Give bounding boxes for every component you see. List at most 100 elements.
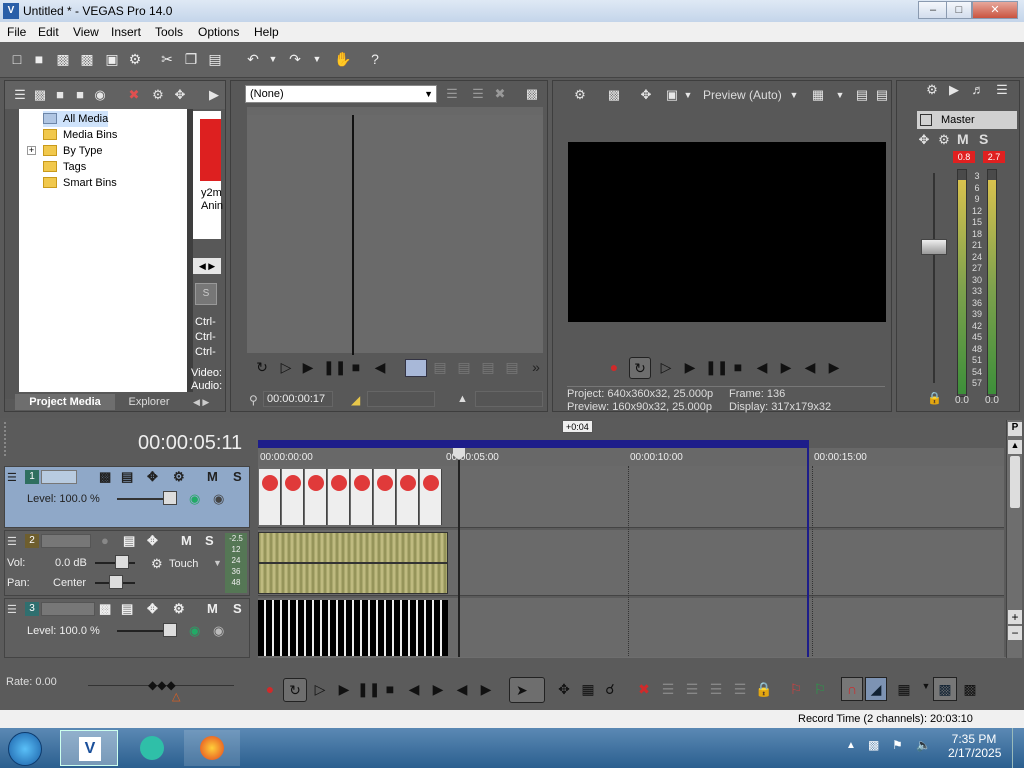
redo-icon[interactable]: ↷ [286, 50, 304, 68]
help-whats-this-icon[interactable]: ? [366, 50, 384, 68]
stop-icon[interactable]: ■ [347, 359, 365, 375]
trim-icon[interactable]: ☰ [659, 681, 677, 698]
preview-quality-select[interactable]: Preview (Auto) [703, 88, 782, 102]
start-button[interactable] [8, 732, 42, 766]
pan-slider[interactable] [109, 575, 123, 589]
flag-icon[interactable]: ⚑ [892, 738, 903, 752]
arm-record-icon[interactable]: ● [101, 533, 109, 548]
trimmer-cursor[interactable] [352, 115, 354, 355]
chevron-down-icon[interactable]: ▼ [213, 558, 222, 568]
trim-start-icon[interactable]: ☰ [683, 681, 701, 698]
paste-icon[interactable]: ▤ [206, 50, 224, 68]
split-screen-icon[interactable]: ✥ [637, 86, 655, 104]
track-name-field[interactable] [41, 534, 91, 548]
time-ruler[interactable]: 00:00:00:00 00:00:05:00 00:00:10:00 00:0… [258, 448, 1004, 466]
open-project-icon[interactable]: ■ [30, 50, 48, 68]
previous-frame-icon[interactable]: ◀ [801, 359, 819, 376]
timeline-vertical-scrollbar[interactable]: P ▲ + − [1006, 420, 1022, 658]
tab-project-media[interactable]: Project Media [15, 394, 115, 410]
mask-icon[interactable]: ◉ [213, 491, 224, 507]
composite-mode-icon[interactable]: ◉ [189, 623, 200, 639]
loop-icon[interactable]: ↻ [629, 357, 651, 379]
track-motion-icon[interactable]: ▩ [99, 601, 111, 617]
play-icon[interactable]: ▶ [335, 681, 353, 698]
video-preview-screen[interactable] [568, 142, 886, 322]
save-icon[interactable]: ▩ [54, 50, 72, 68]
tree-item-by-type[interactable]: By Type [43, 143, 103, 159]
mute-button[interactable]: M [207, 469, 218, 484]
overwrite-mode-icon[interactable] [405, 359, 427, 377]
solo-button[interactable]: S [979, 131, 988, 147]
more-icon[interactable]: » [527, 359, 545, 375]
trim-end-icon[interactable]: ☰ [707, 681, 725, 698]
downmix-icon[interactable]: ▶ [945, 81, 963, 99]
automation-mode[interactable]: Touch [169, 558, 198, 570]
ripple-edit-icon[interactable]: ▦ [895, 681, 913, 698]
play-icon[interactable]: ▶ [205, 86, 223, 104]
stop-icon[interactable]: ■ [729, 359, 747, 375]
save-snapshot-icon[interactable]: ▤ [873, 86, 891, 104]
properties-gear-icon[interactable]: ⚙ [126, 50, 144, 68]
new-project-icon[interactable]: □ [8, 50, 26, 68]
play-from-start-icon[interactable]: ▷ [277, 359, 295, 376]
hand-edit-tool-icon[interactable]: ✋ [334, 50, 352, 68]
track-drag-icon[interactable]: ☰ [7, 603, 17, 616]
mute-button[interactable]: M [957, 131, 969, 147]
save-as-icon[interactable]: ▩ [78, 50, 96, 68]
undo-icon[interactable]: ↶ [244, 50, 262, 68]
track-header-audio-2[interactable]: ☰ 2 ● ▤ ✥ M S Vol: 0.0 dB ⚙ Touch ▼ Pan:… [4, 530, 250, 596]
tab-explorer[interactable]: Explorer [117, 394, 181, 410]
video-clip-frame[interactable] [397, 469, 419, 525]
external-monitor-icon[interactable]: ▩ [605, 86, 623, 104]
thumb-scrollbar[interactable]: ◀ ▶ [193, 258, 221, 274]
track-lane-1[interactable] [258, 466, 1004, 528]
add-after-icon[interactable]: ▤ [455, 359, 473, 376]
track-drag-icon[interactable]: ☰ [7, 471, 17, 484]
track-name-field[interactable] [41, 602, 95, 616]
go-to-start-icon[interactable]: ◀ [405, 681, 423, 698]
import-media-icon[interactable]: ☰ [11, 86, 29, 104]
preview-fx-gear-icon[interactable]: ⚙ [571, 86, 589, 104]
auto-crossfade-icon[interactable]: ◢ [865, 677, 887, 701]
tray-up-arrow-icon[interactable]: ▲ [846, 740, 856, 751]
video-clip-frame[interactable] [374, 469, 396, 525]
trimmer-window-icon[interactable]: ▩ [523, 85, 541, 103]
selection-tool-icon[interactable]: ▦ [579, 681, 597, 698]
redo-dropdown-icon[interactable]: ▼ [308, 50, 326, 68]
menu-options[interactable]: Options [198, 25, 239, 39]
invert-phase-icon[interactable]: ▤ [123, 533, 135, 549]
timeline-grip[interactable] [4, 422, 8, 456]
zoom-edit-tool-icon[interactable]: ☌ [601, 681, 619, 698]
stop-icon[interactable]: ■ [381, 681, 399, 697]
mute-button[interactable]: M [181, 533, 192, 548]
menu-help[interactable]: Help [254, 25, 279, 39]
clock[interactable]: 7:35 PM 2/17/2025 [948, 732, 1001, 760]
next-frame-icon[interactable]: ▶ [825, 359, 843, 376]
master-fader[interactable] [921, 239, 947, 255]
track-name-field[interactable] [41, 470, 77, 484]
panel-grip[interactable] [5, 109, 19, 399]
render-icon[interactable]: ▣ [103, 50, 121, 68]
video-clip-events[interactable] [258, 466, 448, 528]
record-icon[interactable]: ● [605, 359, 623, 375]
undo-dropdown-icon[interactable]: ▼ [264, 50, 282, 68]
go-to-end-icon[interactable]: ▶ [777, 359, 795, 376]
mute-track-icon[interactable]: ✥ [147, 533, 158, 549]
web-icon[interactable]: ◉ [91, 86, 109, 104]
track-header-video-1[interactable]: ☰ 1 ▩ ▤ ✥ ⚙ M S Level: 100.0 % ◉ ◉ [4, 466, 250, 528]
overlays-grid-icon[interactable]: ▦ [809, 86, 827, 104]
add-before-icon[interactable]: ▤ [479, 359, 497, 376]
level-slider[interactable] [163, 491, 177, 505]
chevron-down-icon[interactable]: ▼ [785, 86, 803, 104]
tree-item-tags[interactable]: Tags [43, 159, 86, 175]
record-icon[interactable]: ● [261, 681, 279, 697]
lock-icon[interactable]: 🔒 [755, 681, 773, 698]
insert-fx-icon[interactable]: ✥ [915, 131, 933, 149]
menu-edit[interactable]: Edit [38, 25, 59, 39]
solo-button[interactable]: S [233, 601, 242, 616]
taskbar-vegas-icon[interactable]: V [60, 730, 118, 766]
tree-item-media-bins[interactable]: Media Bins [43, 127, 117, 143]
zoom-in-vertical-icon[interactable]: + [1008, 610, 1022, 624]
pause-icon[interactable]: ❚❚ [705, 359, 728, 376]
vol-slider[interactable] [115, 555, 129, 569]
